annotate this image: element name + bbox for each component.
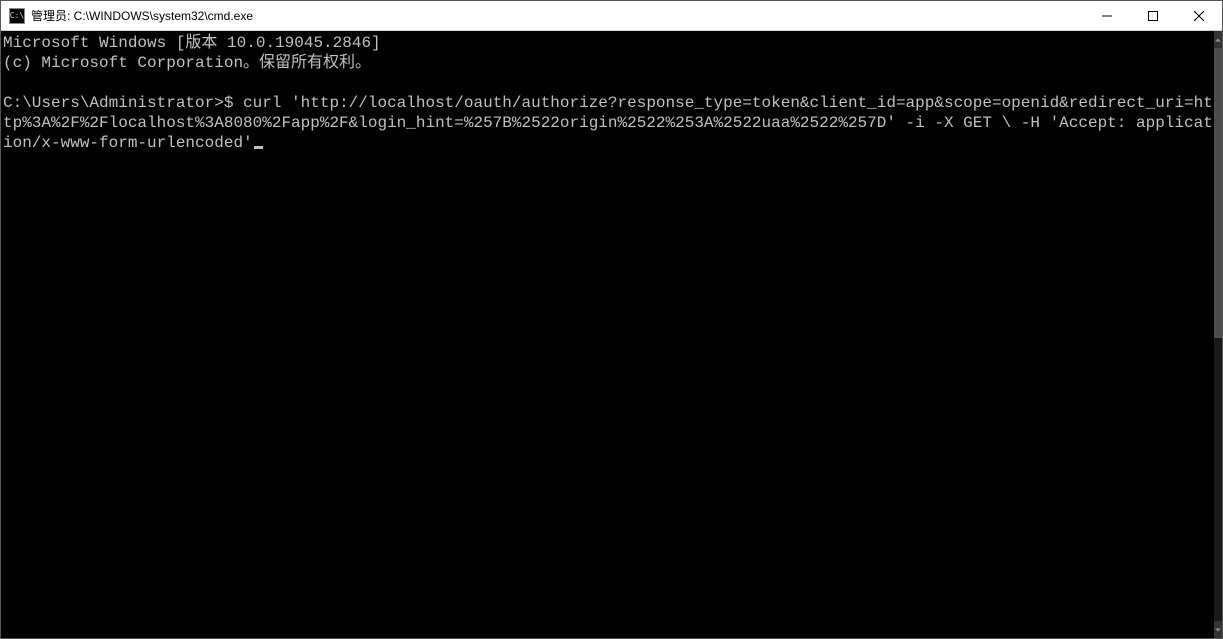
scroll-up-button[interactable]	[1214, 31, 1222, 48]
vertical-scrollbar[interactable]	[1214, 31, 1222, 638]
banner-line-2: (c) Microsoft Corporation。保留所有权利。	[3, 53, 1214, 73]
window-controls	[1084, 1, 1222, 30]
scroll-down-button[interactable]	[1214, 621, 1222, 638]
scrollbar-track[interactable]	[1214, 48, 1222, 621]
terminal[interactable]: Microsoft Windows [版本 10.0.19045.2846](c…	[1, 31, 1214, 638]
blank-line	[3, 73, 1214, 93]
scrollbar-thumb[interactable]	[1214, 48, 1222, 338]
minimize-button[interactable]	[1084, 1, 1130, 30]
maximize-icon	[1148, 11, 1158, 21]
cmd-icon: C:\	[9, 8, 25, 24]
banner-line-1: Microsoft Windows [版本 10.0.19045.2846]	[3, 33, 1214, 53]
chevron-up-icon	[1214, 36, 1222, 44]
titlebar[interactable]: C:\ 管理员: C:\WINDOWS\system32\cmd.exe	[1, 1, 1222, 31]
window-title: 管理员: C:\WINDOWS\system32\cmd.exe	[31, 7, 253, 24]
close-icon	[1194, 11, 1204, 21]
maximize-button[interactable]	[1130, 1, 1176, 30]
app-window: C:\ 管理员: C:\WINDOWS\system32\cmd.exe Mic…	[0, 0, 1223, 639]
cursor	[254, 146, 263, 149]
prompt: C:\Users\Administrator>$	[3, 94, 243, 112]
chevron-down-icon	[1214, 626, 1222, 634]
terminal-area: Microsoft Windows [版本 10.0.19045.2846](c…	[1, 31, 1222, 638]
command-line: C:\Users\Administrator>$ curl 'http://lo…	[3, 93, 1214, 153]
minimize-icon	[1102, 11, 1112, 21]
close-button[interactable]	[1176, 1, 1222, 30]
